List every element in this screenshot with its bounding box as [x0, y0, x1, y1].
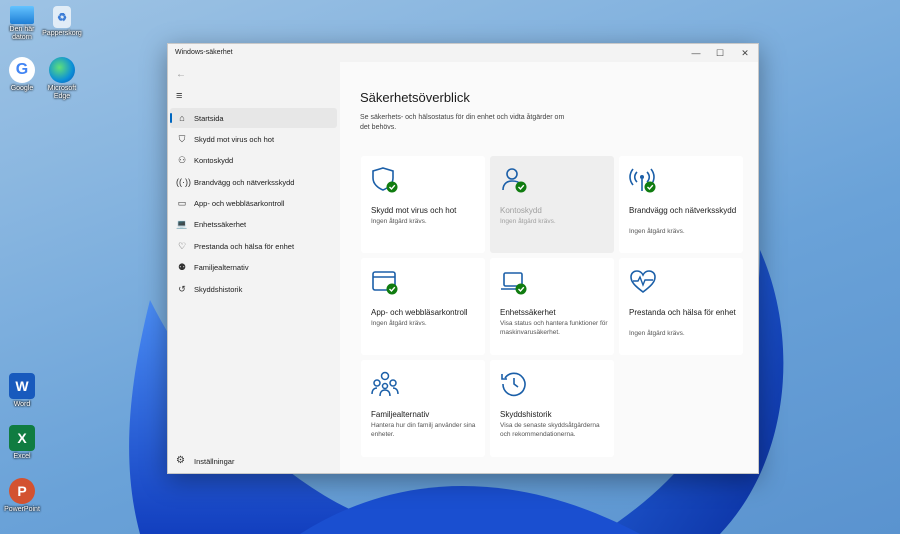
title-bar: Windows-säkerhet — ☐ ✕ — [168, 44, 758, 62]
card-family-options[interactable]: Familjealternativ Hantera hur din familj… — [361, 360, 485, 457]
desktop-icon-label: Papperskorg — [42, 30, 82, 37]
close-button[interactable]: ✕ — [738, 47, 752, 59]
history-icon — [501, 372, 526, 397]
card-status: Ingen åtgärd krävs. — [371, 218, 427, 225]
desktop-icon-edge[interactable]: Microsoft Edge — [40, 57, 84, 101]
card-title: Brandvägg och nätverksskydd — [629, 206, 737, 215]
desktop-icon-label: Microsoft Edge — [47, 85, 77, 100]
card-protection-history[interactable]: Skyddshistorik Visa de senaste skyddsåtg… — [490, 360, 614, 457]
main-content: Säkerhetsöverblick Se säkerhets- och häl… — [340, 62, 758, 473]
card-status: Visa de senaste skyddsåtgärderna och rek… — [500, 422, 600, 438]
sidebar-item-account-protection[interactable]: ⚇ Kontoskydd — [170, 150, 337, 170]
sidebar-item-family-options[interactable]: ⚉ Familjealternativ — [170, 257, 337, 277]
desktop-icon-powerpoint[interactable]: P PowerPoint — [0, 478, 44, 514]
family-icon: ⚉ — [177, 262, 187, 272]
gear-icon: ⚙ — [176, 455, 185, 466]
desktop-icon-google[interactable]: G Google — [0, 57, 44, 93]
sidebar-item-label: Familjealternativ — [194, 263, 249, 272]
desktop-icon-label: Word — [13, 401, 31, 408]
home-icon: ⌂ — [179, 113, 185, 123]
sidebar-item-virus-protection[interactable]: ⛉ Skydd mot virus och hot — [170, 129, 337, 149]
sidebar-item-label: Skyddshistorik — [194, 285, 243, 294]
card-title: Kontoskydd — [500, 206, 542, 215]
sidebar-item-protection-history[interactable]: ↺ Skyddshistorik — [170, 279, 337, 299]
heartbeat-icon — [630, 270, 656, 294]
sidebar-item-firewall[interactable]: ((·)) Brandvägg och nätverksskydd — [170, 172, 337, 192]
card-virus-protection[interactable]: Skydd mot virus och hot Ingen åtgärd krä… — [361, 156, 485, 253]
app-check-icon — [372, 271, 398, 295]
person-icon: ⚇ — [177, 155, 187, 165]
sidebar-item-device-performance[interactable]: ♡ Prestanda och hälsa för enhet — [170, 236, 337, 256]
card-status: Visa status och hantera funktioner för m… — [500, 320, 608, 336]
sidebar-item-label: Skydd mot virus och hot — [194, 135, 275, 144]
window-title: Windows-säkerhet — [175, 49, 233, 56]
antenna-check-icon — [629, 168, 656, 193]
card-account-protection[interactable]: Kontoskydd Ingen åtgärd krävs. — [490, 156, 614, 253]
card-status: Ingen åtgärd krävs. — [629, 330, 685, 337]
hamburger-menu-icon[interactable]: ≡ — [176, 90, 182, 102]
heart-icon: ♡ — [177, 241, 187, 251]
card-title: Enhetssäkerhet — [500, 308, 556, 317]
windows-security-window: Windows-säkerhet — ☐ ✕ ← ≡ ⌂ Startsida ⛉… — [167, 43, 759, 474]
app-window-icon: ▭ — [177, 198, 187, 208]
google-icon: G — [9, 57, 35, 83]
card-title: Skyddshistorik — [500, 410, 552, 419]
powerpoint-icon: P — [9, 478, 35, 504]
recycle-bin-icon: ♻ — [53, 6, 71, 28]
person-check-icon — [502, 168, 527, 193]
sidebar-item-device-security[interactable]: 💻 Enhetssäkerhet — [170, 214, 337, 234]
desktop-icon-label: Den här datorn — [9, 26, 35, 41]
card-status: Ingen åtgärd krävs. — [371, 320, 427, 327]
card-device-performance[interactable]: Prestanda och hälsa för enhet Ingen åtgä… — [619, 258, 743, 355]
computer-icon — [10, 6, 34, 24]
desktop-icon-excel[interactable]: X Excel — [0, 425, 44, 461]
sidebar-item-home[interactable]: ⌂ Startsida — [170, 108, 337, 128]
card-status: Ingen åtgärd krävs. — [500, 218, 556, 225]
shield-icon: ⛉ — [178, 134, 186, 144]
shield-check-icon — [372, 167, 398, 193]
desktop-icon-label: Excel — [13, 453, 31, 460]
desktop-icon-recycle-bin[interactable]: ♻ Papperskorg — [40, 6, 84, 38]
laptop-icon: 💻 — [176, 219, 188, 229]
card-title: Familjealternativ — [371, 410, 430, 419]
sidebar-item-label: Startsida — [194, 114, 224, 123]
desktop-icon-label: PowerPoint — [4, 506, 40, 513]
card-title: Prestanda och hälsa för enhet — [629, 308, 736, 317]
sidebar-item-label: Kontoskydd — [194, 156, 234, 165]
sidebar-item-label: App- och webbläsarkontroll — [194, 199, 285, 208]
laptop-check-icon — [501, 272, 527, 295]
page-title: Säkerhetsöverblick — [360, 90, 470, 105]
card-status: Hantera hur din familj använder sina enh… — [371, 422, 476, 438]
sidebar-item-label: Brandvägg och nätverksskydd — [194, 178, 295, 187]
card-title: Skydd mot virus och hot — [371, 206, 457, 215]
card-status: Ingen åtgärd krävs. — [629, 228, 685, 235]
history-icon: ↺ — [178, 284, 186, 294]
settings-label: Inställningar — [194, 457, 235, 466]
desktop-icon-label: Google — [10, 85, 34, 92]
desktop-icon-word[interactable]: W Word — [0, 373, 44, 409]
active-indicator — [170, 113, 172, 123]
desktop-icon-this-pc[interactable]: Den här datorn — [0, 6, 44, 42]
card-firewall[interactable]: Brandvägg och nätverksskydd Ingen åtgärd… — [619, 156, 743, 253]
sidebar-item-label: Enhetssäkerhet — [194, 220, 247, 229]
maximize-button[interactable]: ☐ — [713, 47, 727, 59]
sidebar-item-app-browser-control[interactable]: ▭ App- och webbläsarkontroll — [170, 193, 337, 213]
card-app-browser-control[interactable]: App- och webbläsarkontroll Ingen åtgärd … — [361, 258, 485, 355]
excel-icon: X — [9, 425, 35, 451]
family-icon — [371, 371, 399, 397]
page-subtitle: Se säkerhets- och hälsostatus för din en… — [360, 114, 565, 131]
settings-button[interactable]: ⚙ Inställningar — [170, 451, 337, 471]
edge-icon — [49, 57, 75, 83]
minimize-button[interactable]: — — [689, 47, 703, 59]
sidebar-item-label: Prestanda och hälsa för enhet — [194, 242, 295, 251]
card-title: App- och webbläsarkontroll — [371, 308, 468, 317]
back-arrow-icon[interactable]: ← — [176, 69, 186, 80]
word-icon: W — [9, 373, 35, 399]
card-device-security[interactable]: Enhetssäkerhet Visa status och hantera f… — [490, 258, 614, 355]
sidebar: ← ≡ ⌂ Startsida ⛉ Skydd mot virus och ho… — [168, 62, 340, 473]
wifi-antenna-icon: ((·)) — [176, 177, 191, 187]
